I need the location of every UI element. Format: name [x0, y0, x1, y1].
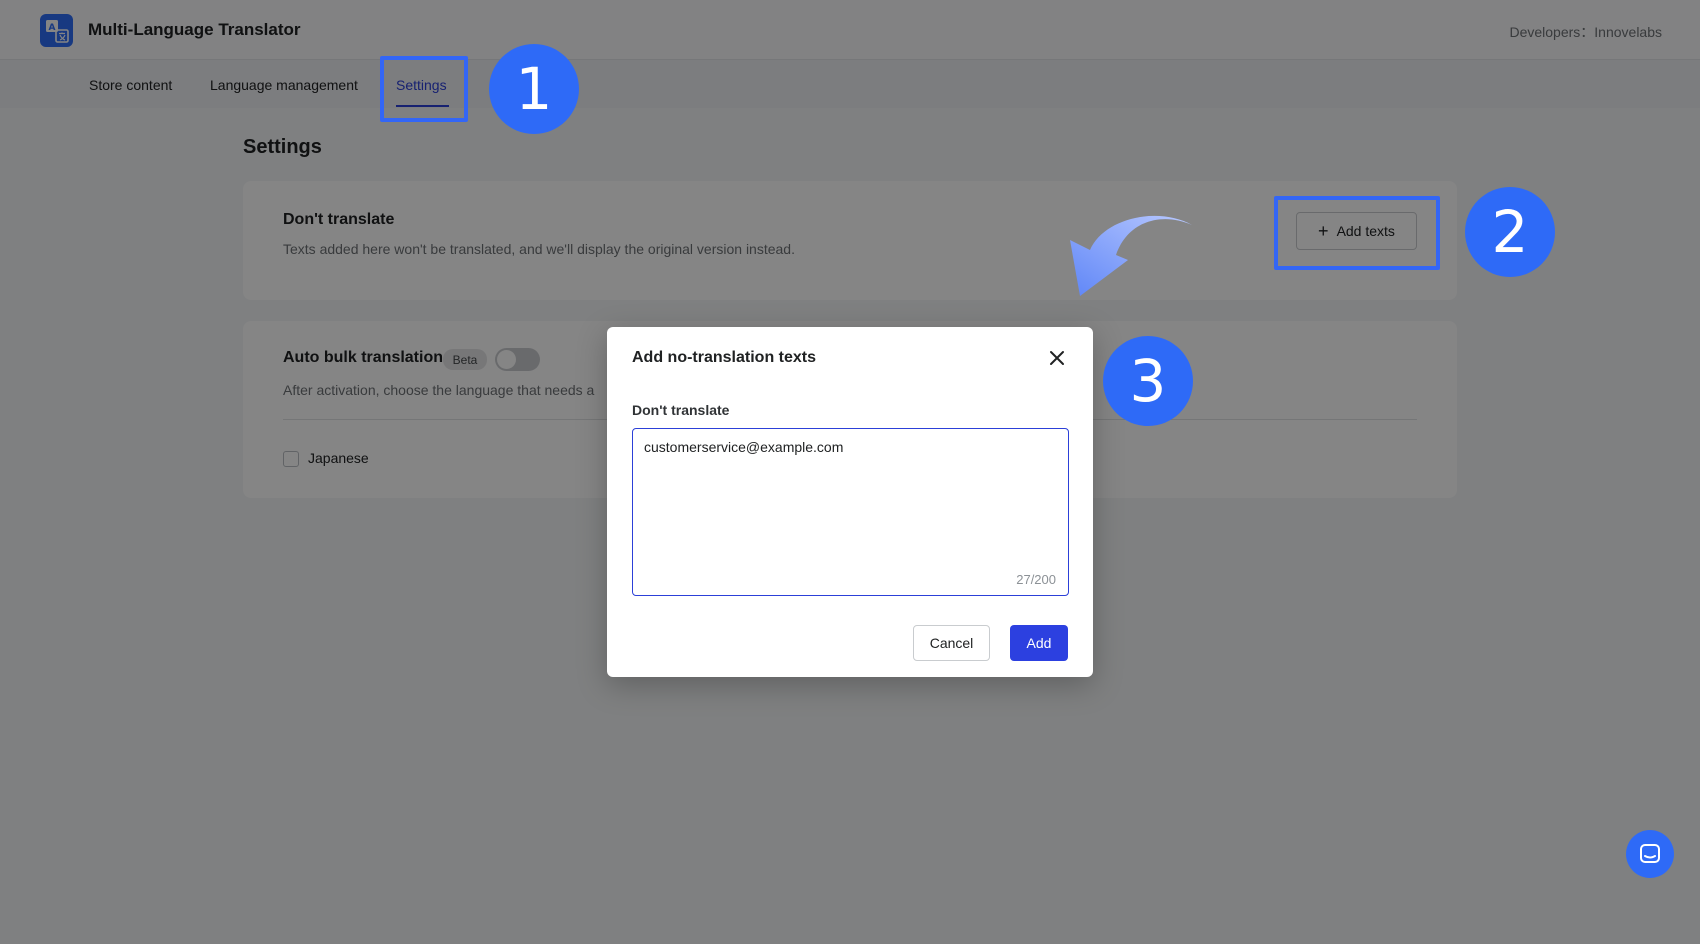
- close-icon[interactable]: [1046, 347, 1068, 369]
- add-texts-highlight: [1274, 196, 1440, 270]
- curved-arrow-icon: [1070, 215, 1192, 296]
- settings-tab-highlight: [380, 56, 468, 122]
- textarea-wrapper: customerservice@example.com 27/200: [632, 428, 1069, 596]
- char-count: 27/200: [1016, 572, 1056, 587]
- chat-icon[interactable]: [1626, 830, 1674, 878]
- cancel-button[interactable]: Cancel: [913, 625, 990, 661]
- add-button[interactable]: Add: [1010, 625, 1068, 661]
- step-badge-1: 1: [489, 44, 579, 134]
- modal-title: Add no-translation texts: [632, 349, 817, 366]
- dont-translate-textarea[interactable]: customerservice@example.com: [633, 429, 1068, 595]
- add-no-translation-modal: Add no-translation texts Don't translate…: [607, 327, 1093, 677]
- dont-translate-field-label: Don't translate: [632, 402, 730, 418]
- step-badge-2: 2: [1465, 187, 1555, 277]
- step-badge-3: 3: [1103, 336, 1193, 426]
